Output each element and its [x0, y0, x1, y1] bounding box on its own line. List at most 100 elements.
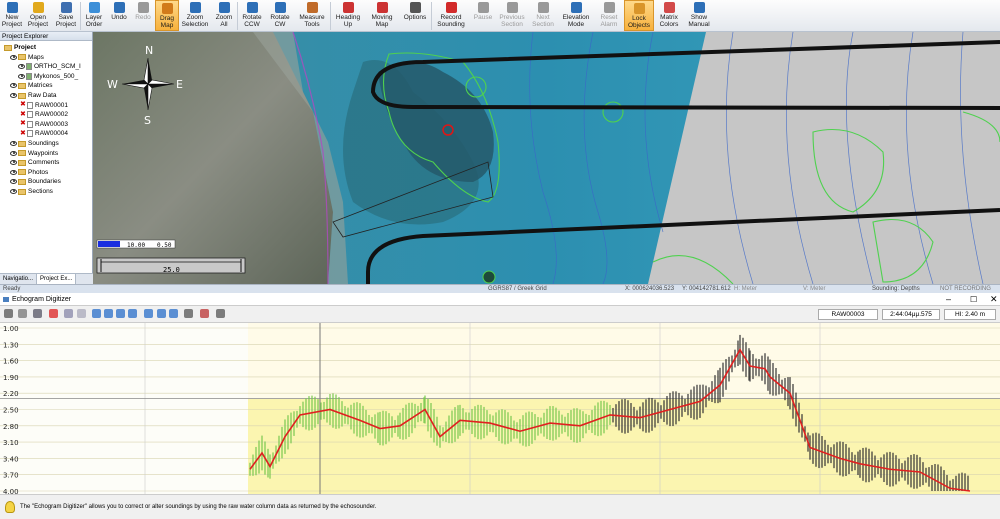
moving-map-button[interactable]: Moving Map [365, 0, 399, 31]
heading-up-button[interactable]: Heading Up [331, 0, 365, 31]
echogram-chart[interactable]: 1.001.301.601.902.202.502.803.103.403.70… [0, 323, 1000, 494]
open-project-button[interactable]: Open Project [24, 0, 52, 31]
tree-item-ortho-scm-i[interactable]: ORTHO_SCM_I [18, 62, 81, 71]
tree-item-comments[interactable]: Comments [10, 158, 59, 167]
raw-file-icon [27, 121, 33, 128]
tab-project-explorer[interactable]: Project Ex... [37, 274, 76, 284]
zoom-rect-icon [190, 2, 201, 13]
next-section-button[interactable]: Next Section [528, 0, 558, 31]
visibility-eye-icon[interactable] [10, 170, 17, 175]
rotate-cw-button[interactable]: Rotate CW [266, 0, 294, 31]
tree-item-maps[interactable]: Maps [10, 53, 44, 62]
last-icon[interactable] [128, 309, 137, 318]
rotate-ccw-icon [247, 2, 258, 13]
layer-order-button[interactable]: Layer Order [81, 0, 107, 31]
new-project-button[interactable]: New Project [0, 0, 24, 31]
tree-item-matrices[interactable]: Matrices [10, 81, 53, 90]
visibility-eye-icon[interactable] [10, 179, 17, 184]
hidden-x-icon[interactable]: ✖ [20, 131, 26, 137]
zoom-fit-icon[interactable] [169, 309, 178, 318]
hidden-x-icon[interactable]: ✖ [20, 121, 26, 127]
tree-item-raw00001[interactable]: ✖ RAW00001 [20, 101, 68, 110]
visibility-eye-icon[interactable] [18, 64, 25, 69]
elevation-mode-button[interactable]: Elevation Mode [558, 0, 594, 31]
visibility-eye-icon[interactable] [10, 189, 17, 194]
delete-icon[interactable] [49, 309, 58, 318]
rotate-ccw-button[interactable]: Rotate CCW [238, 0, 266, 31]
folder-icon [18, 93, 26, 99]
map-view[interactable]: N S E W 10.00 0.50 25.0 [93, 32, 1000, 284]
grid-icon[interactable] [33, 309, 42, 318]
tab-navigation[interactable]: Navigatio... [0, 274, 37, 284]
map-layer-icon [26, 73, 32, 80]
hidden-x-icon[interactable]: ✖ [20, 102, 26, 108]
color-wheel-icon [664, 2, 675, 13]
prev-icon[interactable] [104, 309, 113, 318]
visibility-eye-icon[interactable] [10, 151, 17, 156]
tree-item-raw00002[interactable]: ✖RAW00002 [20, 110, 68, 119]
settings-icon[interactable] [18, 309, 27, 318]
folder-icon [18, 150, 26, 156]
tree-item-boundaries[interactable]: Boundaries [10, 177, 61, 186]
tree-item-raw00004[interactable]: ✖RAW00004 [20, 129, 68, 138]
print-icon[interactable] [216, 309, 225, 318]
visibility-eye-icon[interactable] [10, 160, 17, 165]
measure-tools-button[interactable]: Measure Tools [294, 0, 330, 31]
map-canvas[interactable]: N S E W 10.00 0.50 25.0 [93, 32, 1000, 284]
pause-button[interactable]: Pause [470, 0, 496, 31]
project-explorer-panel: Project Explorer ProjectMapsORTHO_SCM_IM… [0, 32, 93, 284]
visibility-eye-icon[interactable] [18, 74, 25, 79]
redo-icon[interactable] [77, 309, 86, 318]
undo-button[interactable]: Undo [107, 0, 131, 31]
show-manual-button[interactable]: Show Manual [684, 0, 714, 31]
minimize-button[interactable]: – [946, 293, 951, 306]
visibility-eye-icon[interactable] [10, 55, 17, 60]
record-sounding-button[interactable]: Record Sounding [432, 0, 470, 31]
save-project-button[interactable]: Save Project [52, 0, 80, 31]
zoom-selection-button[interactable]: Zoom Selection [179, 0, 211, 31]
previous-section-button[interactable]: Previous Section [496, 0, 528, 31]
visibility-eye-icon[interactable] [10, 83, 17, 88]
zoom-out-icon[interactable] [157, 309, 166, 318]
tools-icon[interactable] [200, 309, 209, 318]
time-field: 2:44:04μμ.575 [882, 309, 940, 320]
new-doc-icon [7, 2, 18, 13]
maximize-button[interactable]: ☐ [970, 293, 977, 306]
y-tick-label: 2.20 [3, 390, 19, 398]
tree-item-photos[interactable]: Photos [10, 168, 48, 177]
visibility-eye-icon[interactable] [10, 93, 17, 98]
tree-item-waypoints[interactable]: Waypoints [10, 149, 58, 158]
zoom-in-icon[interactable] [144, 309, 153, 318]
undo-icon[interactable] [64, 309, 73, 318]
reset-alarm-button[interactable]: Reset Alarm [594, 0, 624, 31]
tree-item-soundings[interactable]: Soundings [10, 139, 59, 148]
zoom-all-button[interactable]: Zoom All [211, 0, 237, 31]
hand-icon [162, 3, 173, 14]
alarm-icon [604, 2, 615, 13]
drag-map-button[interactable]: Drag Map [155, 0, 179, 31]
project-explorer-title: Project Explorer [0, 32, 92, 41]
hidden-x-icon[interactable]: ✖ [20, 112, 26, 118]
folder-icon [18, 141, 26, 147]
options-button[interactable]: Options [399, 0, 431, 31]
lock-objects-button[interactable]: Lock Objects [624, 0, 654, 31]
next-icon[interactable] [116, 309, 125, 318]
tree-item-sections[interactable]: Sections [10, 187, 53, 196]
matrix-colors-button[interactable]: Matrix Colors [654, 0, 684, 31]
first-icon[interactable] [92, 309, 101, 318]
grey-chart-area [648, 32, 1000, 284]
tree-item-mykonos-500-[interactable]: Mykonos_500_ [18, 72, 78, 81]
visibility-eye-icon[interactable] [10, 141, 17, 146]
tree-item-raw-data[interactable]: Raw Data [10, 91, 57, 100]
pointer-icon[interactable] [4, 309, 13, 318]
tree-item-project[interactable]: Project [4, 43, 36, 52]
matrix-colors-label: Matrix Colors [660, 14, 679, 28]
close-button[interactable]: ✕ [990, 293, 998, 306]
redo-button[interactable]: Redo [131, 0, 155, 31]
tree-item-raw00003[interactable]: ✖RAW00003 [20, 120, 68, 129]
echogram-plot[interactable]: 1.001.301.601.902.202.502.803.103.403.70… [0, 323, 1000, 494]
moving-map-label: Moving Map [372, 14, 393, 28]
pause-icon [478, 2, 489, 13]
filter-icon[interactable] [184, 309, 193, 318]
tree-item-label: RAW00001 [35, 101, 68, 110]
